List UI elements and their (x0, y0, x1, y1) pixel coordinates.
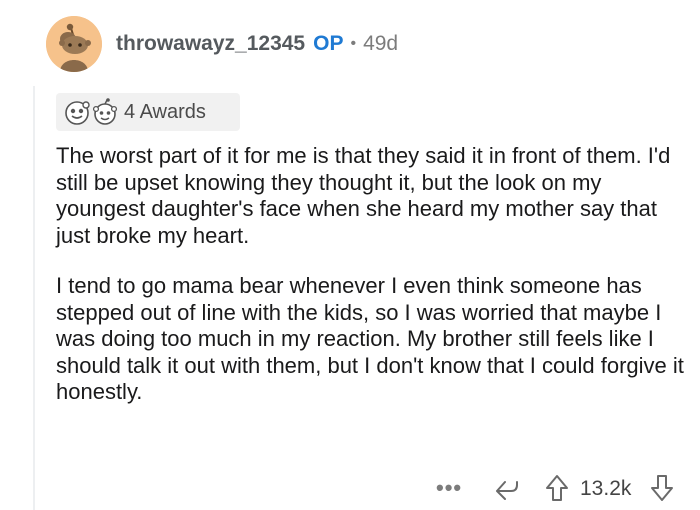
user-avatar[interactable] (46, 16, 102, 72)
username-link[interactable]: throwawayz_12345 (116, 32, 305, 56)
upvote-arrow-icon[interactable] (545, 474, 569, 502)
separator-dot: • (350, 35, 357, 52)
comment-body: The worst part of it for me is that they… (56, 143, 686, 430)
snoo-avatar-icon (46, 16, 102, 72)
more-options-icon[interactable]: ••• (436, 474, 462, 502)
comment-header: throwawayz_12345 OP • 49d (116, 31, 398, 57)
award-icon (92, 98, 118, 125)
reply-icon[interactable] (494, 477, 520, 501)
award-icon (65, 101, 90, 125)
comment-actions: ••• 13.2k (0, 474, 700, 504)
thread-line[interactable] (33, 86, 35, 510)
comment-age: 49d (363, 32, 399, 55)
awards-count: 4 Awards (124, 100, 206, 123)
awards-badge[interactable]: 4 Awards (56, 93, 240, 131)
downvote-arrow-icon[interactable] (650, 474, 674, 502)
op-badge: OP (313, 32, 344, 55)
comment-paragraph: The worst part of it for me is that they… (56, 143, 671, 248)
comment-paragraph: I tend to go mama bear whenever I even t… (56, 273, 684, 404)
vote-score: 13.2k (580, 477, 632, 500)
